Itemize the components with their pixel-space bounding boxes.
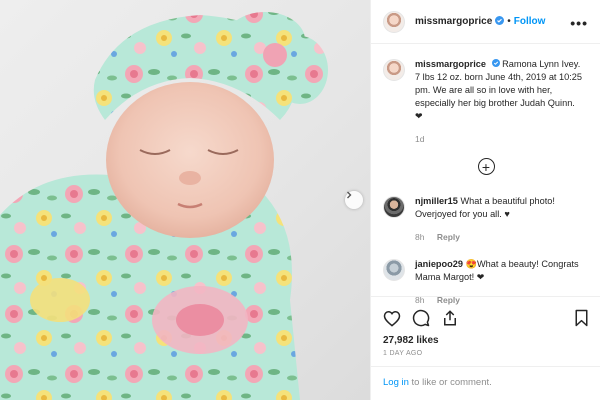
comment-item: njmiller15 What a beautiful photo! Overj… — [383, 195, 589, 244]
verified-badge-icon — [495, 15, 505, 28]
next-photo-button[interactable] — [345, 191, 363, 209]
baby-photo-illustration — [0, 12, 328, 400]
separator-dot: • — [507, 16, 511, 27]
comment-username[interactable]: njmiller15 — [415, 196, 458, 206]
comment-time[interactable]: 8h — [415, 232, 424, 242]
heart-outline-icon[interactable] — [383, 310, 401, 327]
caption-username[interactable]: missmargoprice — [415, 59, 486, 69]
post-header: missmargoprice • Follow ••• — [371, 0, 600, 44]
author-avatar[interactable] — [383, 10, 405, 33]
more-options-icon[interactable]: ••• — [570, 15, 588, 31]
follow-button[interactable]: Follow — [514, 16, 546, 27]
share-icon[interactable] — [441, 309, 459, 327]
login-prompt: Log in to like or comment. — [371, 366, 600, 400]
post-photo[interactable] — [0, 0, 370, 400]
post-age: 1 DAY AGO — [383, 350, 423, 357]
comment-username[interactable]: janiepoo29 — [415, 259, 463, 269]
caption-time[interactable]: 1d — [415, 133, 585, 146]
login-link[interactable]: Log in — [383, 377, 409, 388]
load-more-comments: + — [383, 158, 589, 176]
load-more-button[interactable]: + — [477, 158, 495, 176]
verified-badge-icon — [491, 58, 500, 71]
post-actions: 27,982 likes 1 DAY AGO — [371, 296, 600, 366]
bookmark-icon[interactable] — [574, 309, 589, 327]
comment-icon[interactable] — [412, 309, 430, 327]
author-username[interactable]: missmargoprice — [415, 16, 492, 27]
caption-row: missmargoprice Ramona Lynn Ivey. 7 lbs 1… — [383, 58, 589, 146]
chevron-right-icon — [347, 191, 352, 199]
comments-section: missmargoprice Ramona Lynn Ivey. 7 lbs 1… — [371, 44, 600, 305]
login-prompt-text: to like or comment. — [408, 377, 492, 388]
commenter-avatar[interactable] — [383, 259, 405, 282]
author-avatar-small[interactable] — [383, 59, 405, 81]
likes-count[interactable]: 27,982 likes — [383, 335, 589, 346]
commenter-avatar[interactable] — [383, 196, 405, 219]
post-side-panel: missmargoprice • Follow ••• missmargopri… — [370, 0, 600, 400]
reply-button[interactable]: Reply — [437, 232, 460, 242]
